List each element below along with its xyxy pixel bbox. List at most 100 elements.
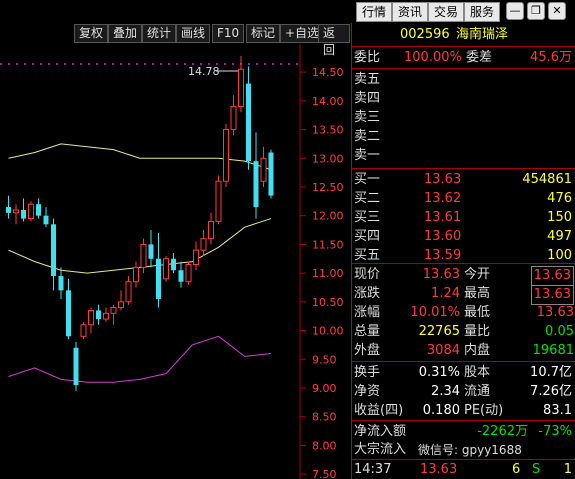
candle-body	[171, 258, 176, 271]
buy-level-price: 13.61	[424, 210, 462, 225]
buy-level-volume: 497	[547, 229, 572, 244]
fund-flow-percent: -73%	[538, 424, 572, 439]
draw-line-button[interactable]: 画线	[176, 24, 211, 43]
chart-toolbar: 复权 叠加 统计 画线 F10 标记 +自选 返回	[0, 23, 350, 57]
sell-level-label: 卖一	[354, 148, 381, 163]
stock-header: 002596 海南瑞泽	[352, 26, 575, 44]
price-tick-label: 10.50	[312, 296, 344, 309]
candle	[88, 307, 94, 334]
candle	[238, 56, 244, 113]
quote-value: 0.05	[545, 324, 574, 339]
price-axis: 14.50 14.00 13.50 13.00 12.50 12.00 11.50 11.00…	[300, 66, 344, 479]
buy-level-volume: 454861	[522, 172, 572, 187]
candle	[246, 66, 251, 170]
candle-body	[208, 220, 214, 240]
candle-body	[58, 275, 64, 291]
candle	[215, 175, 222, 225]
buy-level-row[interactable]: 买五 13.59 100	[352, 247, 575, 265]
candle	[208, 212, 214, 245]
sell-level-label: 卖二	[354, 129, 381, 144]
sell-level-row[interactable]: 卖四	[352, 90, 575, 108]
fundamental-row: 收益(四) 0.180 PE(动) 83.1	[352, 402, 575, 420]
tick-count: 1	[563, 462, 572, 477]
buy-level-label: 买三	[354, 210, 381, 225]
buy-level-label: 买二	[354, 191, 381, 206]
buy-level-volume: 150	[547, 210, 572, 225]
candle	[253, 132, 259, 219]
quote-label: 量比	[464, 324, 491, 339]
fundamental-value: 10.7亿	[530, 365, 572, 380]
candle	[133, 261, 139, 288]
price-tick-label: 11.00	[312, 267, 344, 280]
candle	[193, 241, 199, 271]
price-tick-label: 7.50	[312, 468, 337, 479]
restore-rights-button[interactable]: 复权	[74, 24, 109, 43]
buy-level-label: 买五	[354, 248, 381, 263]
service-button[interactable]: 服务	[464, 2, 501, 22]
quote-label: 今开	[464, 267, 491, 282]
tick-time: 14:37	[354, 462, 392, 477]
f10-button[interactable]: F10	[212, 24, 245, 43]
price-tick-label: 8.00	[312, 439, 337, 452]
overlay-button[interactable]: 叠加	[108, 24, 143, 43]
candle-body	[163, 258, 169, 280]
quote-value: 13.63	[536, 305, 574, 320]
candle	[125, 275, 132, 305]
quote-row: 外盘 3084 内盘 19681	[352, 342, 575, 360]
candle	[103, 307, 109, 322]
candle	[96, 304, 101, 325]
fund-flow-row: 大宗流入	[352, 441, 575, 459]
sell-level-row[interactable]: 卖二	[352, 128, 575, 146]
fundamental-value: 2.34	[431, 384, 460, 399]
high-price-label: 14.78	[188, 65, 220, 78]
candle	[58, 267, 64, 299]
candle	[200, 230, 207, 256]
candle-body	[118, 301, 124, 309]
trade-button[interactable]: 交易	[428, 2, 465, 22]
back-button[interactable]: 返回	[318, 24, 350, 57]
fund-flow-row: 净流入额 -2262万 -73%	[352, 423, 575, 441]
buy-level-row[interactable]: 买二 13.62 476	[352, 190, 575, 208]
candle	[163, 255, 169, 282]
fundamental-label: 净资	[354, 384, 381, 399]
buy-level-row[interactable]: 买四 13.60 497	[352, 228, 575, 246]
buy-level-row[interactable]: 买三 13.61 150	[352, 209, 575, 227]
quote-label: 现价	[354, 267, 381, 282]
sell-level-row[interactable]: 卖三	[352, 109, 575, 127]
weibi-row: 委比 100.00% 委差 45.6万	[352, 49, 575, 67]
middle-band-line	[8, 218, 272, 274]
candle-body	[66, 290, 71, 337]
buy-level-price: 13.62	[424, 191, 462, 206]
candle-body	[260, 157, 267, 182]
candle	[110, 304, 117, 325]
news-button[interactable]: 资讯	[392, 2, 429, 22]
candle-body	[140, 243, 147, 268]
minimize-icon[interactable]: —	[506, 2, 524, 20]
restore-icon[interactable]: ❐	[527, 2, 545, 20]
fund-flow-label: 净流入额	[354, 424, 407, 439]
mark-button[interactable]: 标记	[246, 24, 281, 43]
price-tick-label: 12.00	[312, 210, 344, 223]
candle	[223, 123, 229, 187]
market-button[interactable]: 行情	[356, 2, 393, 22]
candle-body	[28, 203, 34, 220]
bollinger-bands	[8, 143, 272, 383]
stock-name: 海南瑞泽	[456, 27, 509, 42]
quote-panel: 002596 海南瑞泽 委比 100.00% 委差 45.6万 14:37 13…	[351, 23, 575, 479]
buy-level-price: 13.63	[424, 172, 462, 187]
candlestick-chart[interactable]: 14.50 14.00 13.50 13.00 12.50 12.00 11.50 11.00…	[0, 44, 350, 479]
candle	[6, 195, 11, 219]
price-tick-label: 13.50	[312, 124, 344, 137]
quote-label: 内盘	[464, 343, 491, 358]
candle-body	[80, 324, 87, 337]
upper-band-line	[8, 143, 272, 171]
statistics-button[interactable]: 统计	[142, 24, 177, 43]
weicha-value: 45.6万	[530, 50, 572, 65]
sell-level-row[interactable]: 卖一	[352, 147, 575, 165]
buy-level-volume: 100	[547, 248, 572, 263]
buy-level-row[interactable]: 买一 13.63 454861	[352, 171, 575, 189]
close-icon[interactable]: ✕	[548, 2, 566, 20]
quote-value: 1.24	[431, 286, 460, 301]
sell-level-row[interactable]: 卖五	[352, 71, 575, 89]
buy-level-price: 13.60	[424, 229, 462, 244]
